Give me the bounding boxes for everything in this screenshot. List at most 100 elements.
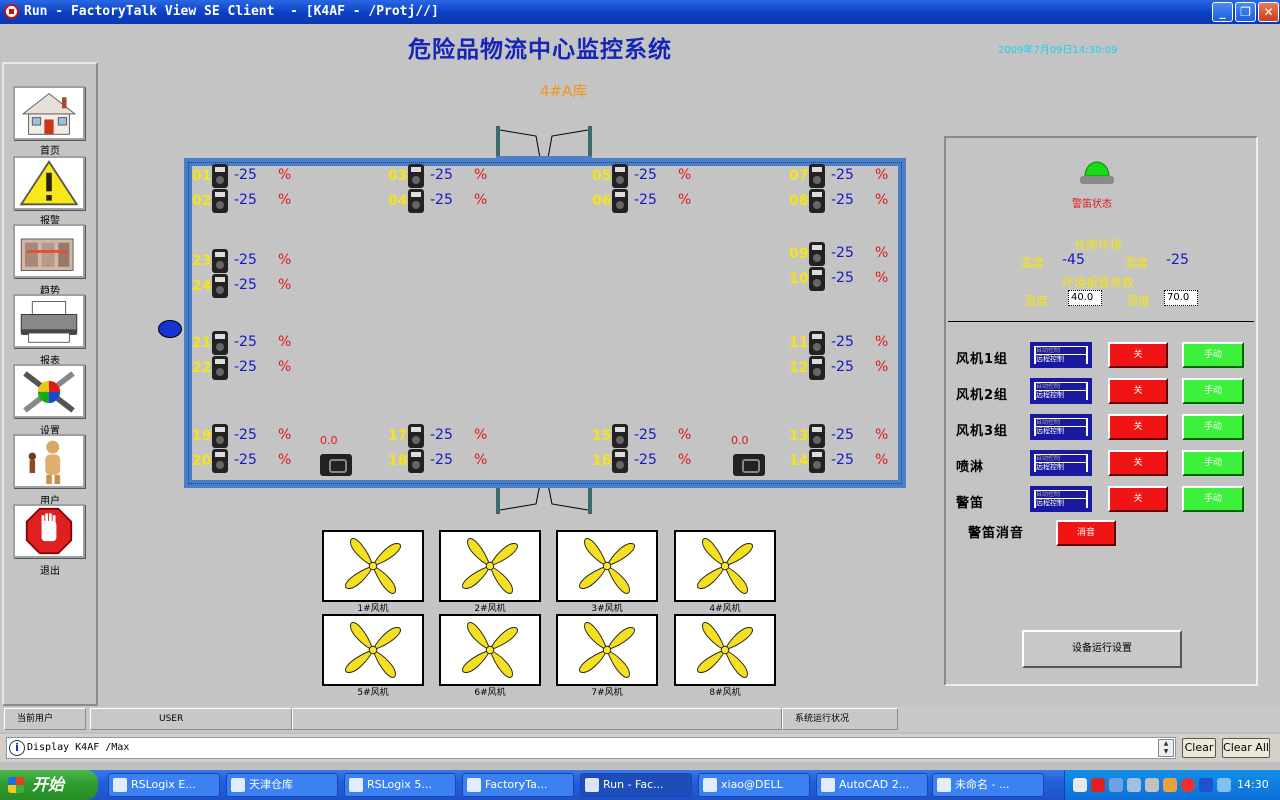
nav-exit-button[interactable] xyxy=(13,504,85,558)
sensor-07[interactable]: 07 -25% xyxy=(789,164,889,188)
fan-3-icon[interactable] xyxy=(556,530,658,602)
sensor-04[interactable]: 04 -25% xyxy=(388,189,488,213)
sensor-05[interactable]: 05 -25% xyxy=(592,164,692,188)
nav-alarm-button[interactable] xyxy=(13,156,85,210)
sensor-15[interactable]: 15 -25% xyxy=(592,424,692,448)
device-off-button[interactable]: 关 xyxy=(1108,342,1168,368)
device-manual-button[interactable]: 手动 xyxy=(1182,486,1244,512)
taskbar-item-3[interactable]: RSLogix 5... xyxy=(344,773,456,797)
minimize-button[interactable]: _ xyxy=(1212,2,1233,22)
tray-bluetooth-icon[interactable] xyxy=(1199,778,1213,792)
fan-2-icon[interactable] xyxy=(439,530,541,602)
sensor-value: -25 xyxy=(831,334,854,350)
indicator-light[interactable] xyxy=(158,320,182,338)
taskbar-item-2[interactable]: 天津仓库 xyxy=(226,773,338,797)
maximize-button[interactable]: ❐ xyxy=(1235,2,1256,22)
mute-button[interactable]: 消音 xyxy=(1056,520,1116,546)
sensor-01[interactable]: 01 -25% xyxy=(192,164,292,188)
sensor-09[interactable]: 09 -25% xyxy=(789,242,889,266)
humidity-sensor-icon xyxy=(809,189,825,213)
tray-shield-icon[interactable] xyxy=(1091,778,1105,792)
humidity-sensor-icon xyxy=(408,164,424,188)
sensor-20[interactable]: 20 -25% xyxy=(192,449,292,473)
device-manual-button[interactable]: 手动 xyxy=(1182,414,1244,440)
sensor-03[interactable]: 03 -25% xyxy=(388,164,488,188)
command-text: Display K4AF /Max xyxy=(27,742,130,753)
param-temp-input[interactable]: 40.0 xyxy=(1068,290,1102,306)
sensor-21[interactable]: 21 -25% xyxy=(192,331,292,355)
sensor-percent: % xyxy=(278,359,292,375)
sensor-percent: % xyxy=(278,277,292,293)
clear-button[interactable]: Clear xyxy=(1182,738,1216,758)
tray-antivirus-icon[interactable] xyxy=(1181,778,1195,792)
taskbar-item-5[interactable]: Run - Fac... xyxy=(580,773,692,797)
sensor-22[interactable]: 22 -25% xyxy=(192,356,292,380)
sensor-08[interactable]: 08 -25% xyxy=(789,189,889,213)
tray-network-icon[interactable] xyxy=(1109,778,1123,792)
device-settings-button[interactable]: 设备运行设置 xyxy=(1022,630,1182,668)
taskbar-item-7[interactable]: AutoCAD 2... xyxy=(816,773,928,797)
device-manual-button[interactable]: 手动 xyxy=(1182,342,1244,368)
device-manual-button[interactable]: 手动 xyxy=(1182,378,1244,404)
device-off-button[interactable]: 关 xyxy=(1108,414,1168,440)
start-button[interactable]: 开始 xyxy=(0,770,98,800)
camera-right-icon[interactable] xyxy=(733,454,765,476)
sensor-02[interactable]: 02 -25% xyxy=(192,189,292,213)
sensor-11[interactable]: 11 -25% xyxy=(789,331,889,355)
fan-4-icon[interactable] xyxy=(674,530,776,602)
taskbar-item-1[interactable]: RSLogix E... xyxy=(108,773,220,797)
tray-volume-icon[interactable] xyxy=(1145,778,1159,792)
tray-pen-icon[interactable] xyxy=(1073,778,1087,792)
device-manual-button[interactable]: 手动 xyxy=(1182,450,1244,476)
clear-all-button[interactable]: Clear All xyxy=(1222,738,1270,758)
nav-trend-button[interactable] xyxy=(13,224,85,278)
sensor-13[interactable]: 13 -25% xyxy=(789,424,889,448)
humidity-sensor-icon xyxy=(612,164,628,188)
fan-7-icon[interactable] xyxy=(556,614,658,686)
sensor-16[interactable]: 16 -25% xyxy=(592,449,692,473)
fan-8-icon[interactable] xyxy=(674,614,776,686)
sensor-12[interactable]: 12 -25% xyxy=(789,356,889,380)
camera-reading-right: 0.0 xyxy=(731,434,749,447)
fan-1-label: 1#风机 xyxy=(357,604,389,614)
fan-1-icon[interactable] xyxy=(322,530,424,602)
sensor-18[interactable]: 18 -25% xyxy=(388,449,488,473)
param-humidity-input[interactable]: 70.0 xyxy=(1164,290,1198,306)
nav-settings-button[interactable] xyxy=(13,364,85,418)
device-off-button[interactable]: 关 xyxy=(1108,378,1168,404)
window-titlebar[interactable]: Run - FactoryTalk View SE Client - [K4AF… xyxy=(0,0,1280,24)
system-title: 危险品物流中心监控系统 xyxy=(408,37,672,63)
fan-6-icon[interactable] xyxy=(439,614,541,686)
sensor-percent: % xyxy=(278,252,292,268)
taskbar-item-4[interactable]: FactoryTa... xyxy=(462,773,574,797)
tray-ime-icon[interactable] xyxy=(1217,778,1231,792)
sensor-17[interactable]: 17 -25% xyxy=(388,424,488,448)
sensor-06[interactable]: 06 -25% xyxy=(592,189,692,213)
sensor-24[interactable]: 24 -25% xyxy=(192,274,292,298)
close-button[interactable]: ✕ xyxy=(1258,2,1279,22)
command-history-spinner[interactable]: ▲ ▼ xyxy=(1158,739,1174,757)
control-panel xyxy=(944,136,1258,686)
command-input[interactable]: i Display K4AF /Max xyxy=(6,737,1176,759)
sensor-19[interactable]: 19 -25% xyxy=(192,424,292,448)
device-off-button[interactable]: 关 xyxy=(1108,450,1168,476)
tray-app-icon[interactable] xyxy=(1163,778,1177,792)
taskbar-item-6[interactable]: xiao@DELL xyxy=(698,773,810,797)
humidity-value: -25 xyxy=(1166,252,1189,268)
sensor-14[interactable]: 14 -25% xyxy=(789,449,889,473)
taskbar-item-8[interactable]: 未命名 - ... xyxy=(932,773,1044,797)
nav-report-button[interactable] xyxy=(13,294,85,348)
sensor-23[interactable]: 23 -25% xyxy=(192,249,292,273)
nav-home-label: 首页 xyxy=(40,146,60,157)
fan-5-icon[interactable] xyxy=(322,614,424,686)
sensor-10[interactable]: 10 -25% xyxy=(789,267,889,291)
sensor-percent: % xyxy=(875,452,889,468)
nav-home-button[interactable] xyxy=(13,86,85,140)
tray-network2-icon[interactable] xyxy=(1127,778,1141,792)
sensor-percent: % xyxy=(278,427,292,443)
nav-user-button[interactable] xyxy=(13,434,85,488)
device-off-button[interactable]: 关 xyxy=(1108,486,1168,512)
sensor-value: -25 xyxy=(430,427,453,443)
camera-left-icon[interactable] xyxy=(320,454,352,476)
status-line-2: 远程控制 xyxy=(1036,463,1086,472)
